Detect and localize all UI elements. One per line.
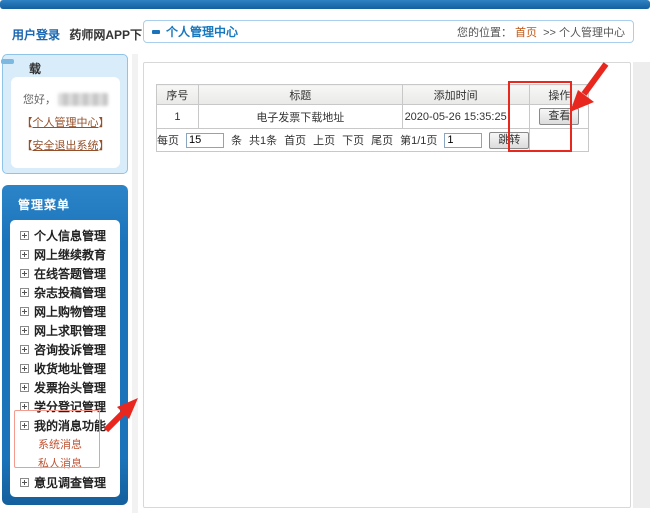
page: 用户登录 药师网APP下 个人管理中心 您的位置：首页 >> 个人管理中心 载 …: [0, 0, 650, 513]
expand-plus-icon[interactable]: [20, 402, 29, 411]
title-dash-icon: [152, 30, 160, 34]
greeting-line: 您好，: [11, 91, 120, 107]
menu-subitem-private-messages[interactable]: 私人消息: [38, 455, 82, 471]
cell-action: 查看: [530, 105, 589, 129]
section-title-group: 个人管理中心: [152, 23, 238, 40]
menu-item-shipping-address[interactable]: 收货地址管理: [20, 359, 106, 377]
next-page-link[interactable]: 下页: [342, 132, 364, 148]
expand-plus-icon[interactable]: [20, 421, 29, 430]
section-title-bar: 个人管理中心 您的位置：首页 >> 个人管理中心: [143, 20, 634, 43]
expand-plus-icon[interactable]: [20, 288, 29, 297]
user-login-link[interactable]: 用户登录: [12, 28, 60, 42]
page-indicator: 第1/1页: [400, 132, 437, 148]
total-count-label: 共1条: [249, 132, 277, 148]
menu-item-job-seeking[interactable]: 网上求职管理: [20, 321, 106, 339]
pagination-cell: 每页 条 共1条 首页 上页 下页 尾页 第1/1页 跳转: [157, 129, 530, 152]
menu-item-online-education[interactable]: 网上继续教育: [20, 245, 106, 263]
page-title: 个人管理中心: [166, 23, 238, 40]
right-background-strip: [633, 62, 650, 508]
bracket: 【: [22, 117, 33, 129]
sidebar-menu-panel: 管理菜单 个人信息管理 网上继续教育 在线答题管理 杂志投稿管理 网上购物管理 …: [2, 185, 128, 505]
column-divider: [132, 54, 138, 513]
app-download-overflow-text: 载: [29, 60, 41, 77]
last-page-link[interactable]: 尾页: [371, 132, 393, 148]
personal-center-link[interactable]: 个人管理中心: [33, 117, 99, 129]
jump-page-input[interactable]: [444, 133, 482, 148]
menu-item-online-shopping[interactable]: 网上购物管理: [20, 302, 106, 320]
prev-page-link[interactable]: 上页: [313, 132, 335, 148]
expand-plus-icon[interactable]: [20, 250, 29, 259]
breadcrumb-label: 您的位置：: [457, 27, 512, 39]
breadcrumb: 您的位置：首页 >> 个人管理中心: [457, 24, 625, 40]
expand-plus-icon[interactable]: [20, 326, 29, 335]
bracket: 】: [99, 117, 110, 129]
logout-link-line: 【安全退出系统】: [11, 137, 120, 153]
menu-title: 管理菜单: [18, 196, 70, 213]
user-card: 您好， 【个人管理中心】 【安全退出系统】: [11, 77, 120, 168]
menu-subitem-system-messages[interactable]: 系统消息: [38, 436, 82, 452]
col-header-action: 操作: [530, 85, 589, 105]
expand-plus-icon[interactable]: [20, 345, 29, 354]
breadcrumb-home-link[interactable]: 首页: [515, 27, 537, 39]
blurred-username: [58, 93, 108, 106]
cell-title: 电子发票下载地址: [198, 105, 402, 129]
menu-item-online-quiz[interactable]: 在线答题管理: [20, 264, 106, 282]
menu-item-invoice-title[interactable]: 发票抬头管理: [20, 378, 106, 396]
pagination-action-gap-cell: [530, 129, 589, 152]
per-page-label: 每页: [157, 132, 179, 148]
logout-link[interactable]: 安全退出系统: [33, 140, 99, 152]
table-row: 1 电子发票下载地址 2020-05-26 15:35:25 查看: [157, 105, 589, 129]
per-page-input[interactable]: [186, 133, 224, 148]
header-left: 用户登录 药师网APP下: [12, 26, 142, 43]
jump-button[interactable]: 跳转: [489, 132, 529, 149]
first-page-link[interactable]: 首页: [284, 132, 306, 148]
bracket: 】: [99, 140, 110, 152]
panel-tab-icon: [1, 59, 14, 64]
main-content-panel: 序号 标题 添加时间 操作 1 电子发票下载地址 2020-05-26 15:3…: [143, 62, 631, 508]
expand-plus-icon[interactable]: [20, 478, 29, 487]
expand-plus-icon[interactable]: [20, 269, 29, 278]
breadcrumb-current: 个人管理中心: [559, 27, 625, 39]
pagination-row: 每页 条 共1条 首页 上页 下页 尾页 第1/1页 跳转: [157, 129, 589, 152]
records-table: 序号 标题 添加时间 操作 1 电子发票下载地址 2020-05-26 15:3…: [156, 84, 589, 152]
col-header-time: 添加时间: [402, 85, 509, 105]
top-blue-bar: [0, 0, 650, 9]
pagination-bar: 每页 条 共1条 首页 上页 下页 尾页 第1/1页 跳转: [157, 129, 529, 151]
user-panel: 载 您好， 【个人管理中心】 【安全退出系统】: [2, 54, 128, 174]
unit-label: 条: [231, 132, 242, 148]
cell-no: 1: [157, 105, 199, 129]
expand-plus-icon[interactable]: [20, 383, 29, 392]
col-header-gap: [509, 85, 530, 105]
bracket: 【: [22, 140, 33, 152]
menu-item-my-messages[interactable]: 我的消息功能: [20, 416, 106, 434]
col-header-title: 标题: [198, 85, 402, 105]
breadcrumb-separator: >>: [543, 27, 556, 39]
menu-item-journal-submission[interactable]: 杂志投稿管理: [20, 283, 106, 301]
greeting-text: 您好，: [23, 91, 56, 107]
menu-item-survey[interactable]: 意见调查管理: [20, 473, 106, 491]
cell-time: 2020-05-26 15:35:25: [402, 105, 509, 129]
view-button[interactable]: 查看: [539, 108, 579, 125]
app-download-text: 药师网APP下: [69, 28, 142, 42]
expand-plus-icon[interactable]: [20, 307, 29, 316]
col-header-no: 序号: [157, 85, 199, 105]
expand-plus-icon[interactable]: [20, 231, 29, 240]
menu-item-credit-registration[interactable]: 学分登记管理: [20, 397, 106, 415]
menu-body: 个人信息管理 网上继续教育 在线答题管理 杂志投稿管理 网上购物管理 网上求职管…: [10, 220, 120, 497]
expand-plus-icon[interactable]: [20, 364, 29, 373]
menu-item-consult-complaint[interactable]: 咨询投诉管理: [20, 340, 106, 358]
cell-gap: [509, 105, 530, 129]
personal-center-link-line: 【个人管理中心】: [11, 114, 120, 130]
table-header-row: 序号 标题 添加时间 操作: [157, 85, 589, 105]
menu-item-personal-info[interactable]: 个人信息管理: [20, 226, 106, 244]
